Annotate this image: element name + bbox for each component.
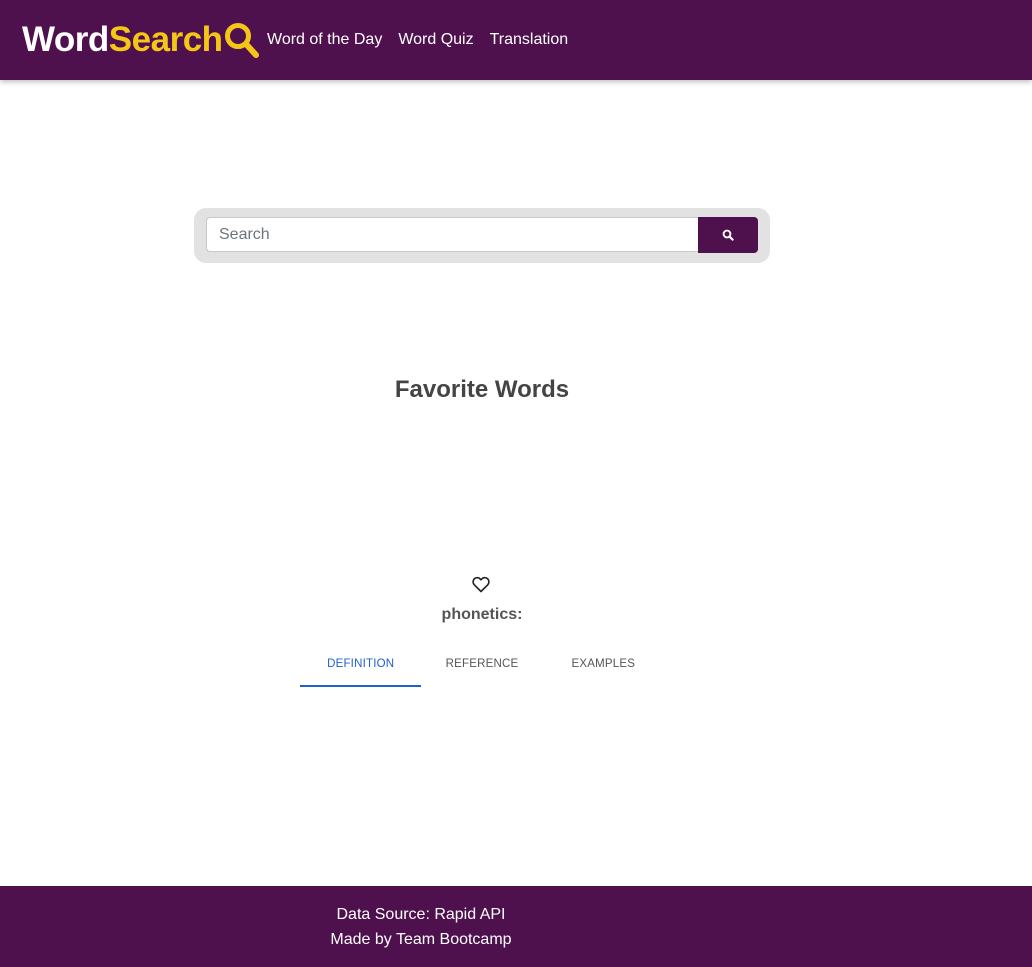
heart-outline-icon[interactable] [472,576,490,593]
tab-reference[interactable]: REFERENCE [421,648,542,687]
search-input[interactable] [206,217,699,252]
search-bar [194,208,770,263]
favorite-words-title: Favorite Words [394,376,570,403]
word-detail-tabs: DEFINITION REFERENCE EXAMPLES [300,648,664,688]
magnifier-icon [224,23,259,58]
search-icon [722,229,734,241]
nav-link-translation[interactable]: Translation [482,27,577,53]
nav-link-word-quiz[interactable]: Word Quiz [390,27,481,53]
brand-logo[interactable]: Word Search [22,19,260,61]
nav-link-word-of-the-day[interactable]: Word of the Day [259,27,390,53]
footer-credits: Made by Team Bootcamp [330,931,512,948]
search-button[interactable] [698,217,758,253]
brand-search-text: Search [108,20,223,59]
nav-links: Word of the Day Word Quiz Translation [259,27,576,53]
phonetics-label: phonetics: [441,606,523,623]
footer: Data Source: Rapid API Made by Team Boot… [0,886,1032,967]
brand-word-text: Word [22,20,109,59]
navbar: Word Search Word of the Day Word Quiz Tra… [0,0,1032,80]
footer-data-source: Data Source: Rapid API [336,906,506,923]
tab-definition[interactable]: DEFINITION [300,648,422,687]
tab-examples[interactable]: EXAMPLES [543,648,664,687]
